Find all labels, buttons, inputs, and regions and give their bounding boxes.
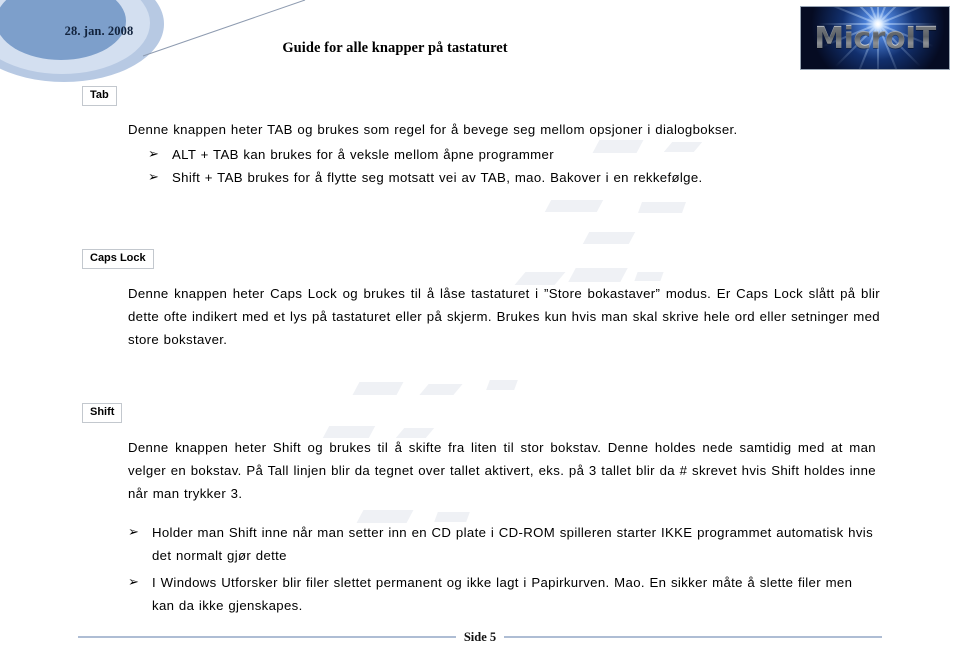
list-item-text: I Windows Utforsker blir filer slettet p… [152,575,853,613]
section-caps-lock-paragraph: Denne knappen heter Caps Lock og brukes … [128,286,880,347]
section-shift-paragraph: Denne knappen heter Shift og brukes til … [128,440,876,501]
list-item-text: Holder man Shift inne når man setter inn… [152,525,874,563]
list-item-text: ALT + TAB kan brukes for å veksle mellom… [172,147,554,162]
key-cap-shift: Shift [82,403,123,423]
page-header: 28. jan. 2008 Guide for alle knapper på … [0,0,960,86]
page-number: Side 5 [463,629,497,644]
key-cap-tab: Tab [82,86,117,106]
bullet-arrow-icon: ➢ [128,575,140,590]
list-item: ➢ Holder man Shift inne når man setter i… [128,521,876,567]
page-footer: Side 5 [0,622,960,652]
microit-logo: MicroIT [800,6,950,70]
watermark-key [637,202,687,213]
watermark-key [634,272,664,281]
watermark-key [419,384,463,395]
watermark-key [486,380,518,390]
bullet-arrow-icon: ➢ [148,170,160,185]
key-cap-caps-lock: Caps Lock [82,249,154,269]
document-page: 28. jan. 2008 Guide for alle knapper på … [0,0,960,660]
section-shift-bullet-list: ➢ Holder man Shift inne når man setter i… [128,521,876,617]
footer-rule-left [77,636,456,638]
list-item: ➢ ALT + TAB kan brukes for å veksle mell… [148,143,888,166]
footer-rule-right [504,636,883,638]
list-item: ➢ I Windows Utforsker blir filer slettet… [128,571,876,617]
section-tab-bullet-list: ➢ ALT + TAB kan brukes for å veksle mell… [128,143,888,189]
section-tab-paragraph: Denne knappen heter TAB og brukes som re… [128,122,738,137]
watermark-key [544,200,604,212]
bullet-arrow-icon: ➢ [128,525,140,540]
list-item: ➢ Shift + TAB brukes for å flytte seg mo… [148,166,888,189]
bullet-arrow-icon: ➢ [148,147,160,162]
logo-wordmark: MicroIT [801,7,949,69]
watermark-key [582,232,636,244]
watermark-key [352,382,404,395]
page-title: Guide for alle knapper på tastaturet [282,40,508,56]
watermark-key [568,268,628,282]
header-date: 28. jan. 2008 [64,24,134,38]
list-item-text: Shift + TAB brukes for å flytte seg mots… [172,170,703,185]
